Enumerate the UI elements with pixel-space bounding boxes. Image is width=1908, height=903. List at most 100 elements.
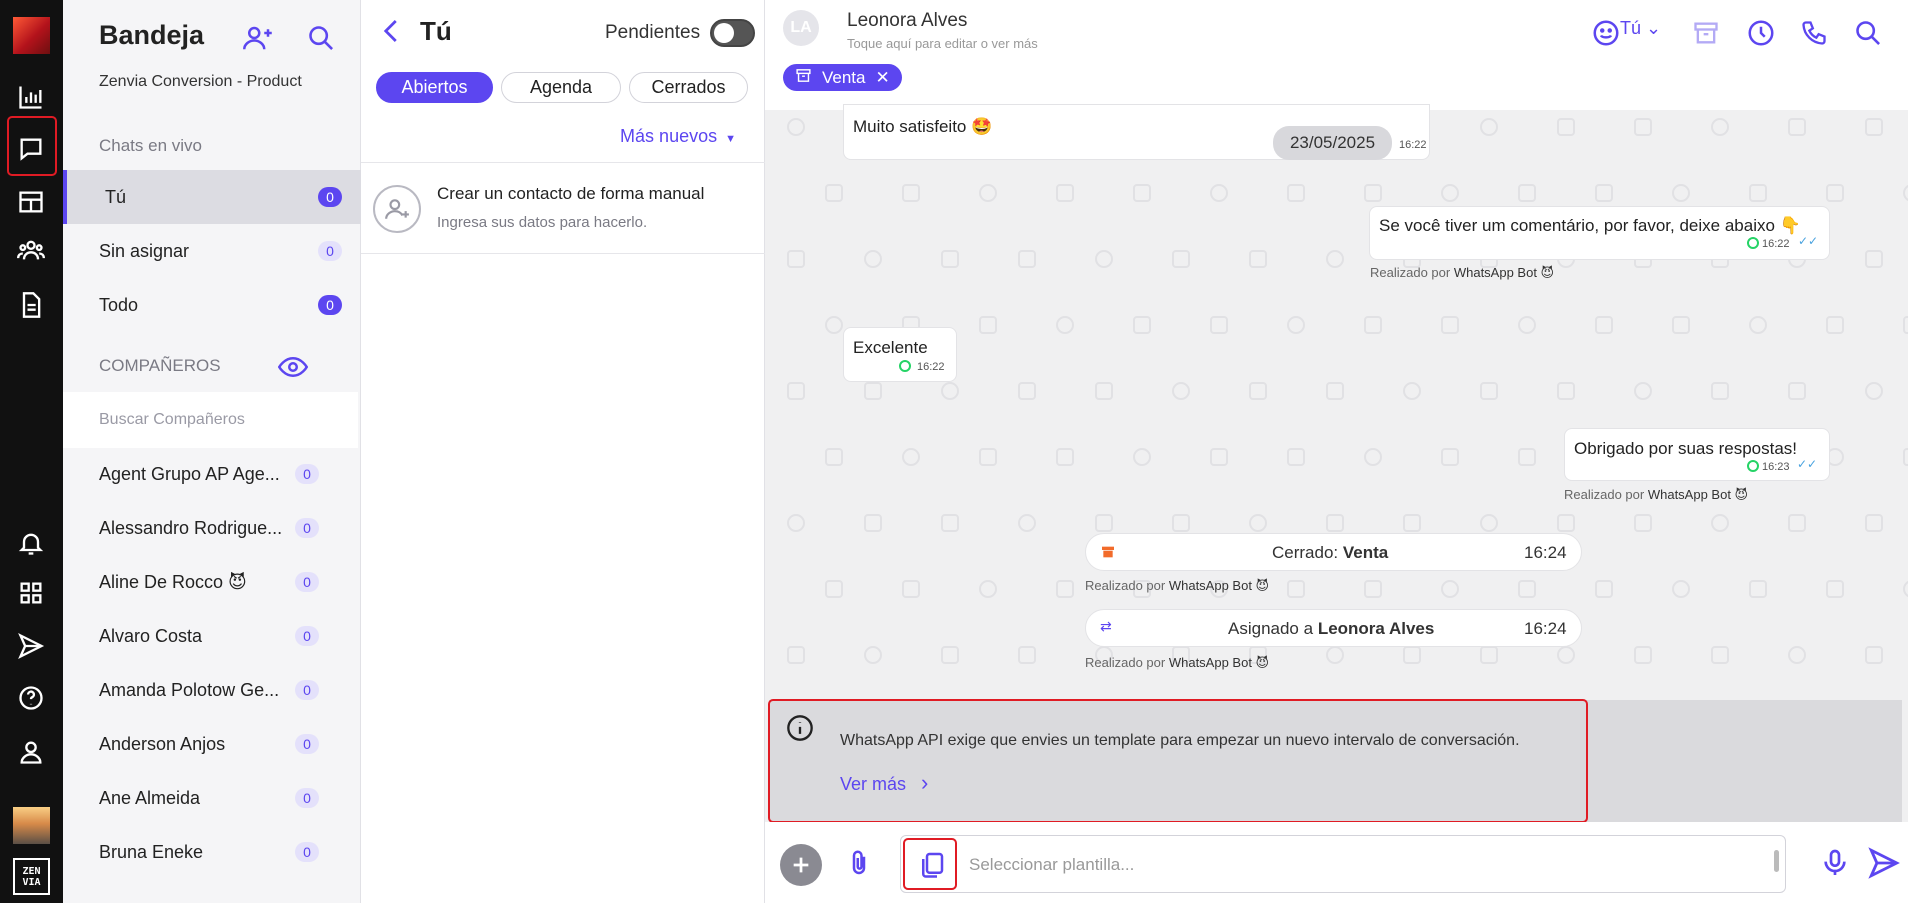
attachment-icon[interactable] [844, 846, 874, 885]
assignee-dropdown[interactable]: Tú ⌄ [1620, 18, 1661, 39]
nav-item-you[interactable]: Tú 0 [63, 170, 361, 224]
template-input[interactable] [969, 850, 1749, 880]
help-icon[interactable] [8, 675, 54, 721]
teammate-item[interactable]: Alessandro Rodrigue... 0 [63, 501, 361, 555]
search-icon[interactable] [301, 18, 341, 58]
wallpaper-mark [1287, 316, 1305, 334]
microphone-icon[interactable] [1819, 846, 1851, 885]
wallpaper-mark [1480, 514, 1498, 532]
teammate-name: Bruna Eneke [99, 841, 204, 862]
wallpaper-mark [1056, 580, 1074, 598]
wallpaper-mark [1557, 382, 1575, 400]
wallpaper-mark [787, 118, 805, 136]
count-badge: 0 [295, 572, 319, 592]
user-icon[interactable] [8, 729, 54, 775]
phone-icon[interactable] [1795, 14, 1833, 52]
wallpaper-mark [825, 580, 843, 598]
tag-chip-venta[interactable]: Venta ✕ [783, 64, 902, 91]
chat-icon[interactable] [8, 126, 54, 172]
sent-by-name: WhatsApp Bot 😈 [1168, 578, 1270, 593]
teammate-item[interactable]: Amanda Polotow Ge... 0 [63, 663, 361, 717]
teammate-item[interactable]: Alvaro Costa 0 [63, 609, 361, 663]
wallpaper-mark [1557, 118, 1575, 136]
pending-toggle[interactable] [710, 19, 755, 47]
tab-schedule[interactable]: Agenda [501, 72, 621, 103]
pending-label: Pendientes [605, 22, 701, 43]
wallpaper-mark [1711, 118, 1729, 136]
wallpaper-mark [787, 382, 805, 400]
wallpaper-mark [1865, 118, 1883, 136]
template-input-field[interactable] [900, 835, 1786, 893]
input-scrollbar[interactable] [1774, 850, 1779, 872]
send-icon[interactable] [8, 623, 54, 669]
see-more-link[interactable]: Ver más › [840, 770, 928, 796]
wallpaper-mark [1480, 382, 1498, 400]
wallpaper-mark [1364, 316, 1382, 334]
teammate-item[interactable]: Aline De Rocco 😈 0 [63, 555, 361, 609]
wallpaper-mark [1210, 448, 1228, 466]
nav-item-label: Tú [105, 186, 127, 207]
brand-logo[interactable] [13, 17, 50, 54]
contact-name[interactable]: Leonora Alves [847, 10, 967, 32]
teammate-item[interactable]: Bruna Eneke 0 [63, 825, 361, 879]
close-icon[interactable]: ✕ [876, 68, 890, 88]
wallpaper-mark [1480, 118, 1498, 136]
live-chats-heading: Chats en vivo [99, 136, 202, 155]
wallpaper-mark [1672, 184, 1690, 202]
reports-icon[interactable] [8, 74, 54, 120]
bell-icon[interactable] [8, 520, 54, 566]
search-icon[interactable] [1849, 14, 1887, 52]
sort-dropdown[interactable]: Más nuevos ▼ [620, 126, 736, 147]
whatsapp-icon [1747, 237, 1759, 249]
create-contact-title: Crear un contacto de forma manual [437, 184, 705, 203]
teammates-heading: COMPAÑEROS [99, 356, 221, 375]
wallpaper-mark [1634, 514, 1652, 532]
wallpaper-mark [1557, 646, 1575, 664]
add-contact-icon[interactable] [238, 18, 278, 58]
contact-subtitle[interactable]: Toque aquí para editar o ver más [847, 36, 1038, 51]
document-icon[interactable] [8, 282, 54, 328]
account-avatar[interactable] [13, 807, 50, 844]
wallpaper-mark [1133, 448, 1151, 466]
wallpaper-mark [1133, 316, 1151, 334]
teammate-item[interactable]: Anderson Anjos 0 [63, 717, 361, 771]
wallpaper-mark [979, 580, 997, 598]
wallpaper-mark [1210, 184, 1228, 202]
table-icon[interactable] [8, 179, 54, 225]
archive-icon [1100, 544, 1116, 565]
date-badge: 23/05/2025 [1273, 126, 1392, 160]
eye-icon[interactable] [277, 352, 309, 382]
event-text: Asignado a Leonora Alves [1228, 619, 1434, 639]
nav-item-unassigned[interactable]: Sin asignar 0 [63, 224, 361, 278]
wallpaper-mark [1364, 448, 1382, 466]
teammates-search-input[interactable]: Buscar Compañeros [63, 392, 358, 448]
contact-avatar[interactable]: LA [783, 10, 819, 46]
event-time: 16:24 [1524, 619, 1567, 638]
tab-open[interactable]: Abiertos [376, 72, 493, 103]
wallpaper-mark [787, 514, 805, 532]
caret-down-icon: ▼ [725, 133, 736, 145]
wallpaper-mark [1595, 184, 1613, 202]
wallpaper-mark [1172, 250, 1190, 268]
plus-button[interactable] [780, 844, 822, 886]
send-message-icon[interactable] [1867, 846, 1901, 885]
organization-name: Zenvia Conversion - Product [99, 73, 302, 90]
apps-grid-icon[interactable] [8, 570, 54, 616]
contacts-icon[interactable] [8, 227, 54, 273]
wallpaper-mark [864, 514, 882, 532]
tab-closed[interactable]: Cerrados [629, 72, 748, 103]
nav-item-all[interactable]: Todo 0 [63, 278, 361, 332]
template-copy-icon[interactable] [917, 849, 947, 884]
back-chevron-icon[interactable] [377, 16, 407, 46]
clock-icon[interactable] [1742, 14, 1780, 52]
teammate-item[interactable]: Agent Grupo AP Age... 0 [63, 447, 361, 501]
wallpaper-mark [1865, 250, 1883, 268]
teammate-name: Alessandro Rodrigue... [99, 517, 283, 538]
teammate-item[interactable]: Ane Almeida 0 [63, 771, 361, 825]
create-contact-item[interactable]: Crear un contacto de forma manual Ingres… [361, 162, 765, 254]
message-text: Excelente [853, 338, 928, 357]
wallpaper-mark [1326, 382, 1344, 400]
wallpaper-mark [1480, 646, 1498, 664]
sort-label: Más nuevos [620, 126, 718, 146]
archive-icon[interactable] [1687, 14, 1725, 52]
